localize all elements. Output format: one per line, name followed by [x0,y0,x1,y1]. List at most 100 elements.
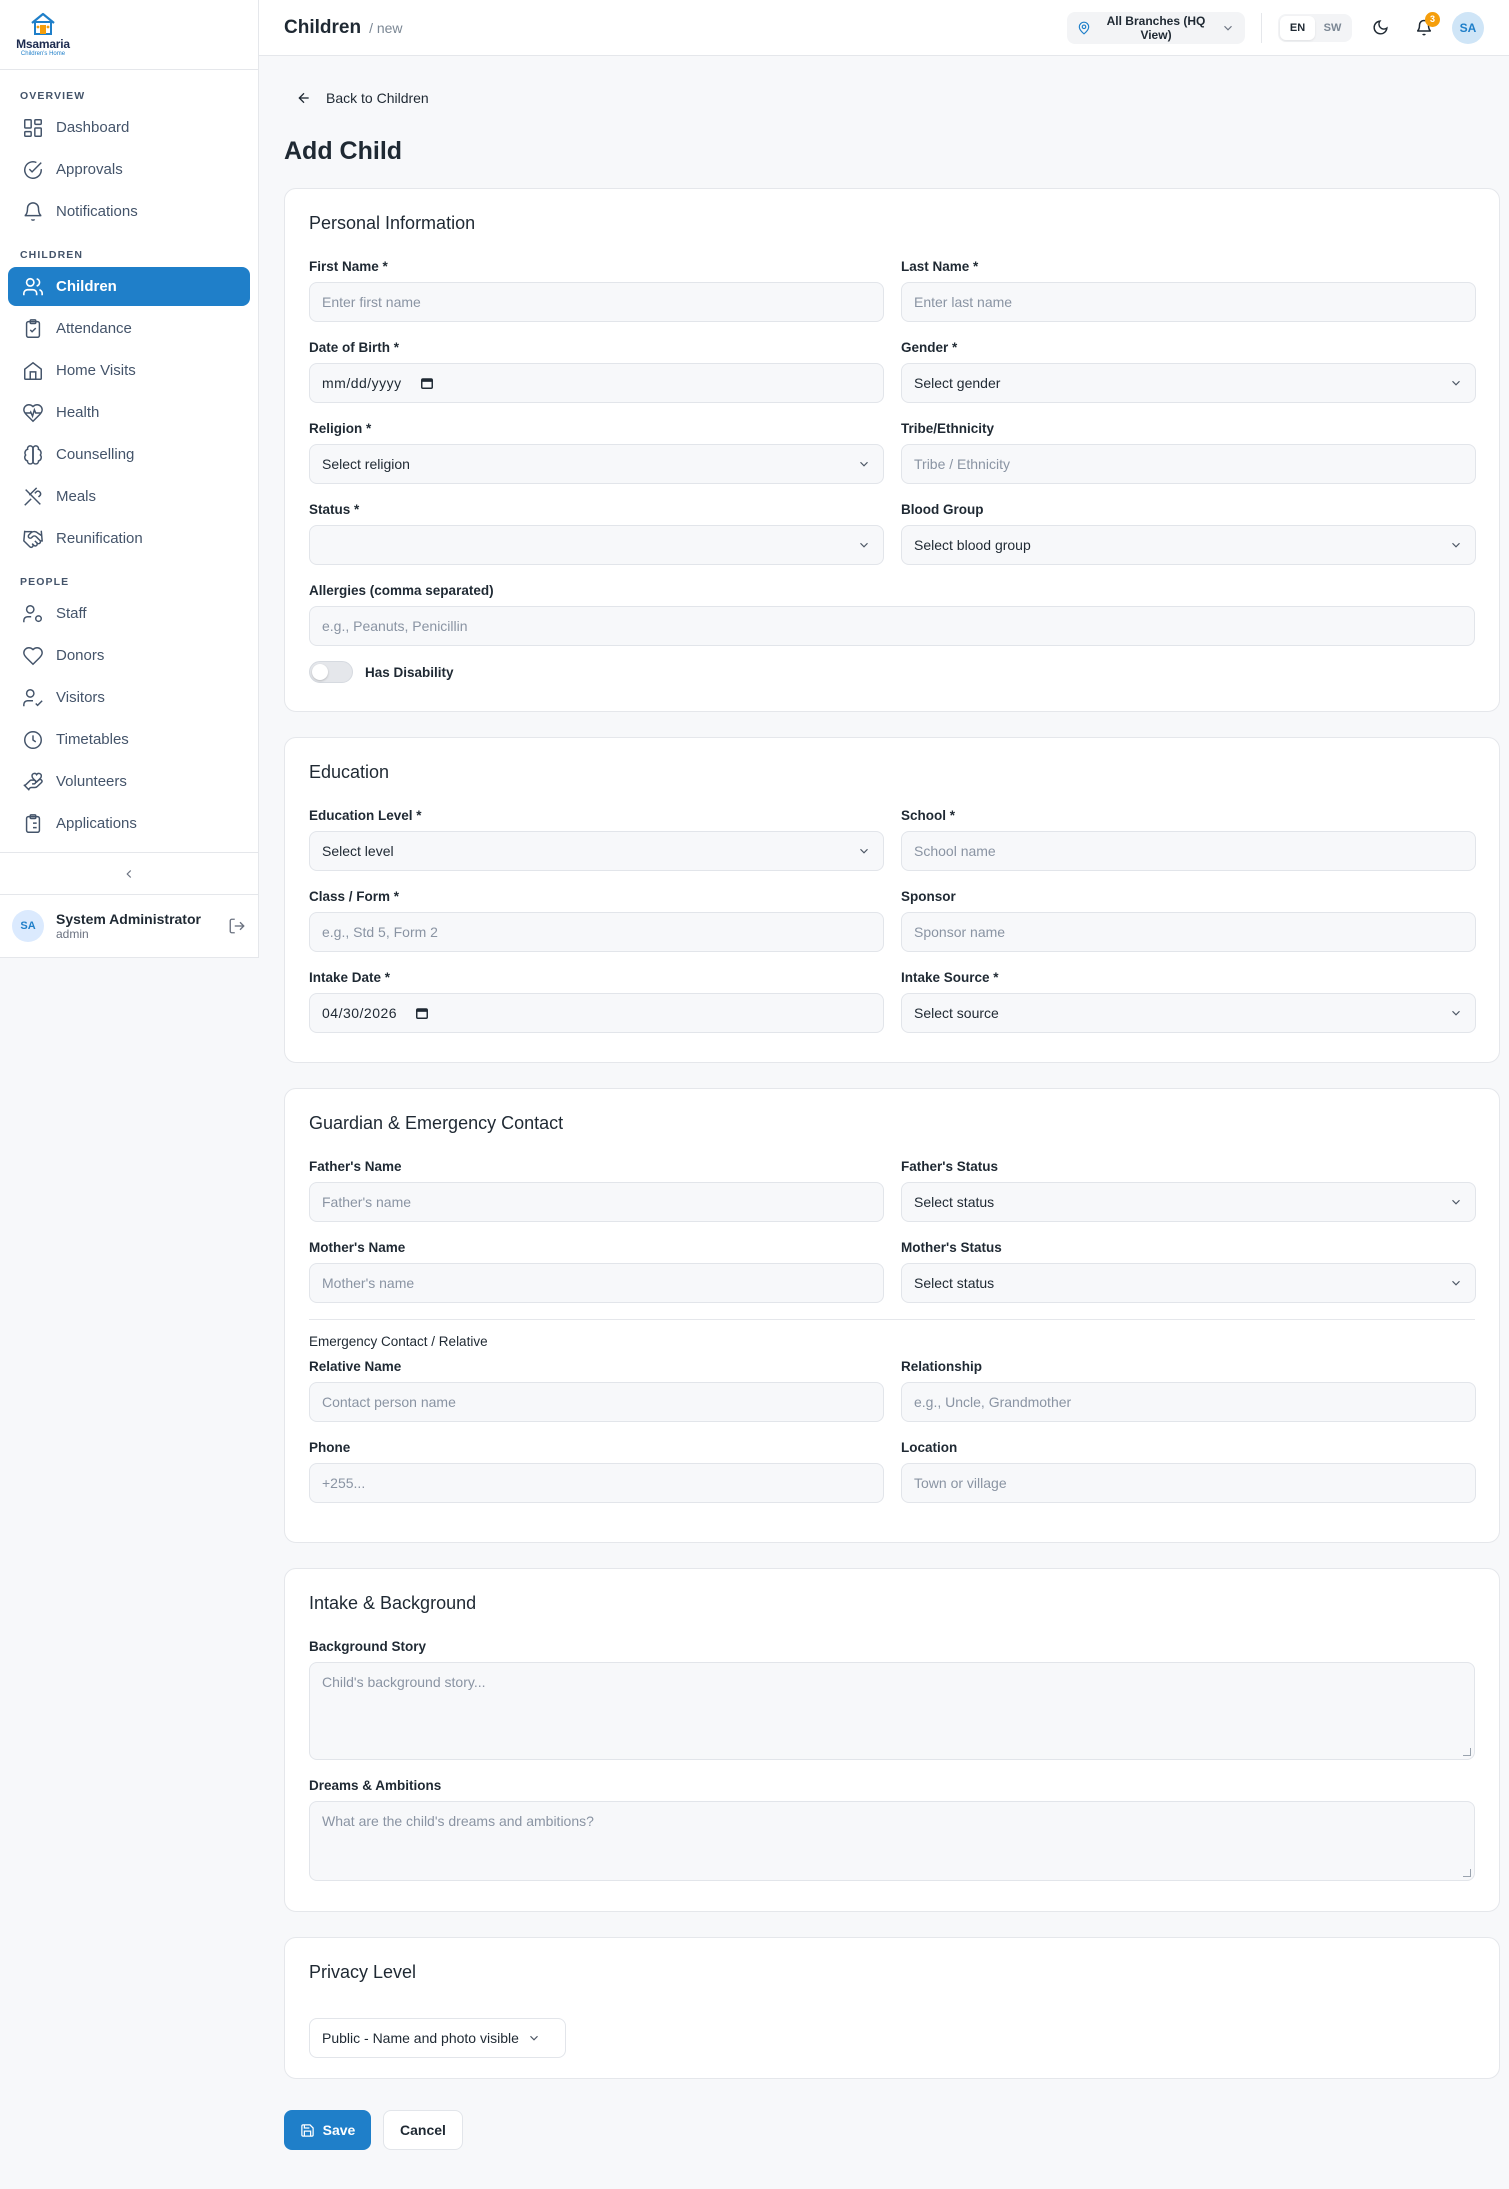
field-label: Allergies (comma separated) [309,583,494,598]
dob-field: Date of Birth * mm/dd/yyyy [309,340,884,403]
select-value: Select status [914,1194,995,1210]
sidebar-item-label: Dashboard [56,119,130,136]
field-label: Tribe/Ethnicity [901,421,995,436]
intake-source-select[interactable]: Select source [901,993,1476,1033]
intake-date-input[interactable]: 04/30/2026 [309,993,884,1033]
intake-source-field: Intake Source * Select source [901,970,1476,1033]
sidebar-item-visitors[interactable]: Visitors [8,678,250,717]
father-status-select[interactable]: Select status [901,1182,1476,1222]
select-value: Select source [914,1005,999,1021]
religion-field: Religion * Select religion [309,421,884,484]
sidebar-nav: Overview Dashboard Approvals Notificatio… [0,70,258,852]
sidebar-item-donors[interactable]: Donors [8,636,250,675]
branch-selector[interactable]: All Branches (HQ View) [1067,11,1245,44]
sidebar-item-applications[interactable]: Applications [8,804,250,843]
blood-group-field: Blood Group Select blood group [901,502,1476,565]
class-input[interactable]: e.g., Std 5, Form 2 [309,912,884,952]
sidebar-item-notifications[interactable]: Notifications [8,192,250,231]
chevron-down-icon [860,542,868,548]
class-field: Class / Form * e.g., Std 5, Form 2 [309,889,884,952]
page-title: Add Child [284,137,403,165]
background-story-textarea[interactable]: Child's background story... [309,1662,1475,1760]
language-toggle: EN SW [1278,13,1352,42]
status-select[interactable] [309,525,884,565]
notifications-button[interactable]: 3 [1408,11,1440,44]
mother-name-input[interactable]: Mother's name [309,1263,884,1303]
status-field: Status * [309,502,884,565]
topbar: Children / new All Branches (HQ View) EN… [259,0,1509,56]
avatar[interactable]: SA [12,909,44,942]
lang-en-button[interactable]: EN [1280,15,1315,40]
save-button[interactable]: Save [284,2110,371,2150]
theme-toggle-button[interactable] [1364,12,1396,44]
user-check-icon [23,688,43,706]
gender-select[interactable]: Select gender [901,363,1476,403]
sidebar-item-home-visits[interactable]: Home Visits [8,351,250,390]
sidebar-item-label: Staff [56,605,87,622]
sidebar-item-dashboard[interactable]: Dashboard [8,108,250,147]
select-value: Select religion [322,456,410,472]
heart-pulse-icon [23,403,43,422]
allergies-input[interactable]: e.g., Peanuts, Penicillin [309,606,1475,646]
sidebar-item-counselling[interactable]: Counselling [8,435,250,474]
education-level-select[interactable]: Select level [309,831,884,871]
logout-icon[interactable] [228,917,246,935]
field-label: Intake Date * [309,970,391,985]
mother-status-select[interactable]: Select status [901,1263,1476,1303]
sponsor-input[interactable]: Sponsor name [901,912,1476,952]
sidebar-user: SA System Administrator admin [0,894,258,956]
sidebar-item-health[interactable]: Health [8,393,250,432]
dob-input[interactable]: mm/dd/yyyy [309,363,884,403]
dreams-textarea[interactable]: What are the child's dreams and ambition… [309,1801,1475,1881]
phone-input[interactable]: +255... [309,1463,884,1503]
field-label: Mother's Status [901,1240,1002,1255]
privacy-level-select[interactable]: Public - Name and photo visible [309,2018,566,2058]
back-to-children-link[interactable]: Back to Children [284,83,1500,113]
sidebar-item-timetables[interactable]: Timetables [8,720,250,759]
sidebar-item-label: Children [56,278,117,295]
field-label: Intake Source * [901,970,999,985]
app-logo[interactable]: Msamaria Children's Home [14,12,72,57]
relationship-input[interactable]: e.g., Uncle, Grandmother [901,1382,1476,1422]
relative-name-input[interactable]: Contact person name [309,1382,884,1422]
father-name-input[interactable]: Father's name [309,1182,884,1222]
father-name-field: Father's Name Father's name [309,1159,884,1222]
sidebar-item-volunteers[interactable]: Volunteers [8,762,250,801]
sidebar-collapse-button[interactable] [0,852,258,894]
sidebar-item-label: Approvals [56,161,123,178]
tribe-input[interactable]: Tribe / Ethnicity [901,444,1476,484]
chevron-down-icon [1452,1280,1460,1286]
disability-toggle[interactable] [309,661,353,683]
last-name-input[interactable]: Enter last name [901,282,1476,322]
field-label: Mother's Name [309,1240,406,1255]
personal-info-card: Personal Information First Name * Enter … [284,188,1500,712]
sidebar-item-reunification[interactable]: Reunification [8,519,250,558]
breadcrumb-title[interactable]: Children [284,17,361,39]
guardian-card: Guardian & Emergency Contact Father's Na… [284,1088,1500,1543]
lang-sw-button[interactable]: SW [1315,16,1350,40]
sidebar-item-staff[interactable]: Staff [8,594,250,633]
card-title: Education [309,762,390,782]
school-input[interactable]: School name [901,831,1476,871]
first-name-input[interactable]: Enter first name [309,282,884,322]
religion-select[interactable]: Select religion [309,444,884,484]
calendar-icon[interactable] [420,376,434,390]
user-avatar-button[interactable]: SA [1452,11,1484,44]
clock-icon [24,730,42,749]
sidebar-item-meals[interactable]: Meals [8,477,250,516]
mother-status-field: Mother's Status Select status [901,1240,1476,1303]
sidebar-item-children[interactable]: Children [8,267,250,306]
cancel-button[interactable]: Cancel [383,2110,463,2150]
sidebar-item-approvals[interactable]: Approvals [8,150,250,189]
field-label: First Name * [309,259,388,274]
sidebar-item-attendance[interactable]: Attendance [8,309,250,348]
blood-group-select[interactable]: Select blood group [901,525,1476,565]
relationship-field: Relationship e.g., Uncle, Grandmother [901,1359,1476,1422]
nav-section-people: People [20,576,70,588]
logo-area: Msamaria Children's Home [0,0,258,70]
calendar-icon[interactable] [415,1006,429,1020]
heart-icon [23,646,43,665]
location-input[interactable]: Town or village [901,1463,1476,1503]
card-title: Guardian & Emergency Contact [309,1113,564,1133]
save-label: Save [322,2122,356,2138]
